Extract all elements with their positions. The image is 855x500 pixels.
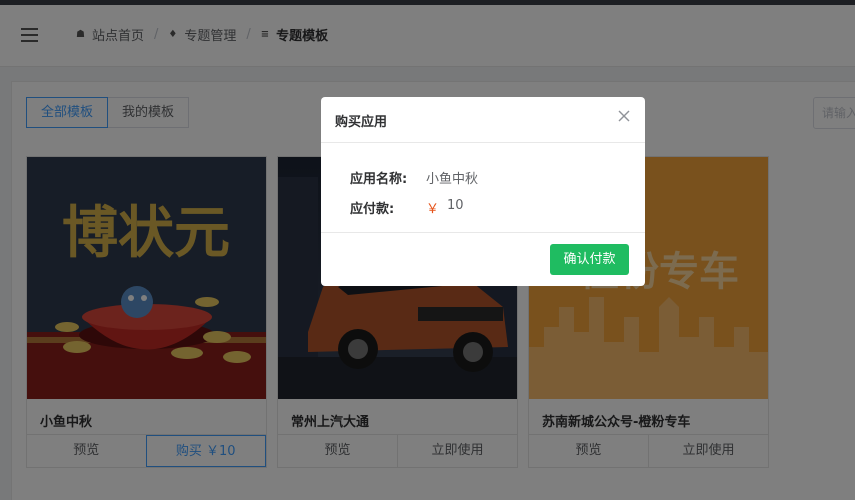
currency-symbol: ￥: [426, 202, 440, 217]
dialog-footer: 确认付款: [321, 232, 645, 286]
app-name-value: 小鱼中秋: [426, 172, 479, 187]
payment-row: 应付款: ￥ 10: [350, 198, 464, 217]
app-name-label: 应用名称:: [350, 172, 408, 187]
purchase-dialog: 购买应用 应用名称: 小鱼中秋 应付款: ￥ 10 确认付款: [321, 97, 645, 286]
dialog-title: 购买应用: [335, 115, 388, 130]
confirm-payment-button[interactable]: 确认付款: [550, 244, 629, 275]
app-name-row: 应用名称: 小鱼中秋: [350, 168, 478, 187]
dialog-header: 购买应用: [321, 97, 645, 143]
payment-amount: 10: [447, 198, 464, 213]
payment-label: 应付款:: [350, 202, 395, 217]
close-icon[interactable]: [617, 109, 631, 123]
